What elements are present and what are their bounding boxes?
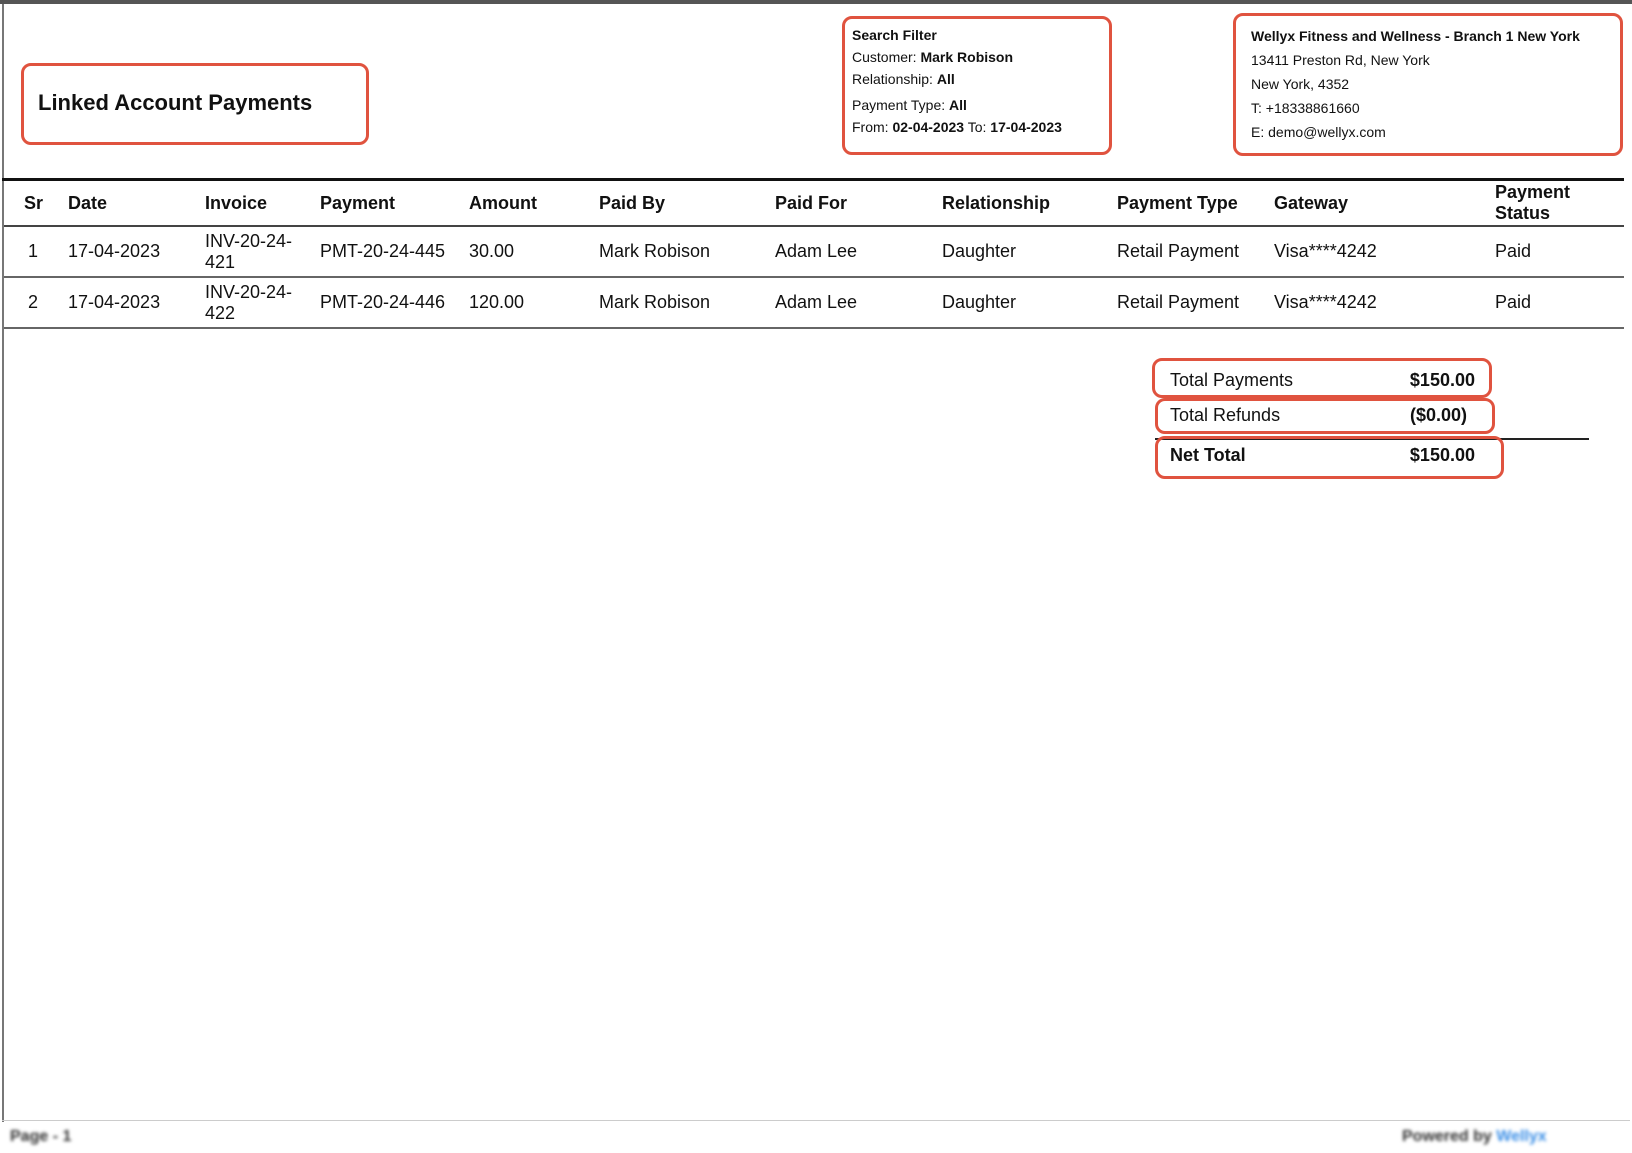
- customer-value: Mark Robison: [920, 49, 1014, 65]
- cell-paid-by: Mark Robison: [599, 226, 775, 278]
- branch-address-2: New York, 4352: [1251, 76, 1350, 92]
- net-total-row: Net Total $150.00: [1170, 445, 1475, 466]
- total-refunds-row: Total Refunds ($0.00): [1170, 405, 1467, 426]
- powered-by-label: Powered by: [1402, 1128, 1492, 1145]
- search-filter: Search Filter Customer: Mark Robison Rel…: [852, 24, 1062, 138]
- payment-status-header: Payment Status: [1495, 182, 1571, 223]
- cell-date: 17-04-2023: [68, 277, 205, 329]
- filter-heading: Search Filter: [852, 27, 937, 43]
- from-label: From:: [852, 119, 889, 135]
- branch-name: Wellyx Fitness and Wellness - Branch 1 N…: [1251, 28, 1580, 44]
- relationship-label: Relationship:: [852, 71, 933, 87]
- net-total-value: $150.00: [1409, 445, 1475, 465]
- cell-paid-for: Adam Lee: [775, 226, 942, 278]
- cell-gateway: Visa****4242: [1274, 277, 1495, 329]
- cell-sr: 1: [4, 226, 68, 278]
- total-payments-label: Total Payments: [1170, 370, 1294, 390]
- left-border: [2, 4, 4, 1122]
- to-label: To:: [967, 119, 987, 135]
- cell-paid-for: Adam Lee: [775, 277, 942, 329]
- footer-divider: [2, 1120, 1630, 1121]
- col-paid-by: Paid By: [599, 181, 775, 227]
- invoice-number: INV-20-24-421: [205, 230, 293, 272]
- cell-payment-type: Retail Payment: [1117, 277, 1274, 329]
- cell-amount: 120.00: [469, 277, 599, 329]
- cell-invoice: INV-20-24-422: [205, 277, 320, 329]
- branch-info: Wellyx Fitness and Wellness - Branch 1 N…: [1251, 24, 1580, 144]
- branch-phone: T: +18338861660: [1251, 100, 1360, 116]
- cell-relationship: Daughter: [942, 277, 1117, 329]
- to-date: 17-04-2023: [990, 119, 1062, 135]
- col-payment: Payment: [320, 181, 469, 227]
- table-row: 2 17-04-2023 INV-20-24-422 PMT-20-24-446…: [4, 277, 1624, 329]
- cell-relationship: Daughter: [942, 226, 1117, 278]
- total-refunds-value: ($0.00): [1409, 405, 1467, 425]
- payment-type-label: Payment Type:: [852, 97, 946, 113]
- from-date: 02-04-2023: [892, 119, 965, 135]
- total-refunds-label: Total Refunds: [1170, 405, 1281, 425]
- cell-payment-type: Retail Payment: [1117, 226, 1274, 278]
- top-border: [0, 0, 1632, 4]
- net-total-label: Net Total: [1170, 445, 1246, 465]
- payment-type-value: All: [949, 97, 967, 113]
- cell-status: Paid: [1495, 277, 1624, 329]
- total-payments-row: Total Payments $150.00: [1170, 370, 1475, 391]
- powered-by: Powered by Wellyx: [1402, 1128, 1547, 1146]
- table-row: 1 17-04-2023 INV-20-24-421 PMT-20-24-445…: [4, 226, 1624, 278]
- col-payment-status: Payment Status: [1495, 181, 1624, 227]
- cell-amount: 30.00: [469, 226, 599, 278]
- col-sr: Sr: [4, 181, 68, 227]
- page-number: Page - 1: [10, 1128, 72, 1145]
- payments-table: Sr Date Invoice Payment Amount Paid By P…: [4, 181, 1624, 329]
- cell-gateway: Visa****4242: [1274, 226, 1495, 278]
- branch-address-1: 13411 Preston Rd, New York: [1251, 52, 1430, 68]
- col-date: Date: [68, 181, 205, 227]
- col-payment-type: Payment Type: [1117, 181, 1274, 227]
- invoice-number: INV-20-24-422: [205, 281, 293, 323]
- page-title: Linked Account Payments: [38, 90, 313, 115]
- cell-paid-by: Mark Robison: [599, 277, 775, 329]
- col-gateway: Gateway: [1274, 181, 1495, 227]
- customer-label: Customer:: [852, 49, 917, 65]
- cell-sr: 2: [4, 277, 68, 329]
- relationship-value: All: [936, 71, 955, 87]
- col-invoice: Invoice: [205, 181, 320, 227]
- brand-name: Wellyx: [1496, 1128, 1547, 1145]
- cell-payment: PMT-20-24-445: [320, 226, 469, 278]
- cell-payment: PMT-20-24-446: [320, 277, 469, 329]
- col-relationship: Relationship: [942, 181, 1117, 227]
- cell-status: Paid: [1495, 226, 1624, 278]
- total-payments-value: $150.00: [1409, 370, 1475, 390]
- cell-date: 17-04-2023: [68, 226, 205, 278]
- col-amount: Amount: [469, 181, 599, 227]
- table-header-row: Sr Date Invoice Payment Amount Paid By P…: [4, 181, 1624, 227]
- branch-email: E: demo@wellyx.com: [1251, 124, 1386, 140]
- col-paid-for: Paid For: [775, 181, 942, 227]
- cell-invoice: INV-20-24-421: [205, 226, 320, 278]
